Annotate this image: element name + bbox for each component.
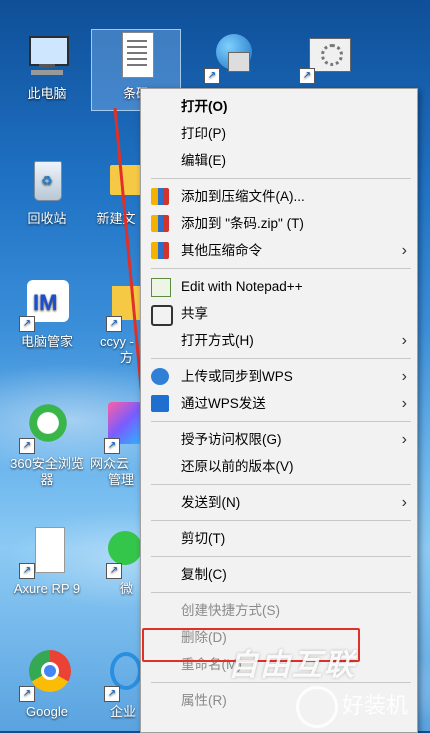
menu-item-copy[interactable]: 复制(C) — [141, 561, 417, 588]
notepad-icon — [151, 278, 171, 297]
menu-item-edit-notepad[interactable]: Edit with Notepad++ — [141, 273, 417, 300]
menu-separator — [151, 421, 411, 422]
menu-item-add-to-archive[interactable]: 添加到压缩文件(A)... — [141, 183, 417, 210]
menu-item-edit[interactable]: 编辑(E) — [141, 147, 417, 174]
menu-separator — [151, 178, 411, 179]
chevron-right-icon: › — [401, 368, 407, 385]
archive-icon — [151, 215, 169, 232]
menu-separator — [151, 592, 411, 593]
menu-item-share[interactable]: 共享 — [141, 300, 417, 327]
chevron-right-icon: › — [401, 332, 407, 349]
menu-separator — [151, 358, 411, 359]
watermark-subtext: 好装机 — [342, 693, 409, 718]
watermark-text: 自由互联 — [228, 649, 356, 682]
menu-separator — [151, 484, 411, 485]
menu-item-open-with[interactable]: 打开方式(H) › — [141, 327, 417, 354]
menu-separator — [151, 268, 411, 269]
menu-item-add-to-zip[interactable]: 添加到 "条码.zip" (T) — [141, 210, 417, 237]
chevron-right-icon: › — [401, 395, 407, 412]
cloud-upload-icon — [151, 368, 169, 385]
share-icon — [151, 305, 173, 326]
menu-item-send-to[interactable]: 发送到(N) › — [141, 489, 417, 516]
menu-item-open[interactable]: 打开(O) — [141, 93, 417, 120]
wps-send-icon — [151, 395, 169, 412]
menu-item-grant-access[interactable]: 授予访问权限(G) › — [141, 426, 417, 453]
menu-item-print[interactable]: 打印(P) — [141, 120, 417, 147]
archive-icon — [151, 242, 169, 259]
menu-item-create-shortcut[interactable]: 创建快捷方式(S) — [141, 597, 417, 624]
chevron-right-icon: › — [401, 431, 407, 448]
archive-icon — [151, 188, 169, 205]
menu-item-send-wps[interactable]: 通过WPS发送 › — [141, 390, 417, 417]
menu-item-restore-versions[interactable]: 还原以前的版本(V) — [141, 453, 417, 480]
menu-separator — [151, 520, 411, 521]
menu-item-cut[interactable]: 剪切(T) — [141, 525, 417, 552]
menu-item-other-compress[interactable]: 其他压缩命令 › — [141, 237, 417, 264]
menu-separator — [151, 556, 411, 557]
watermark-logo — [296, 686, 338, 728]
chevron-right-icon: › — [401, 494, 407, 511]
menu-item-upload-wps[interactable]: 上传或同步到WPS › — [141, 363, 417, 390]
chevron-right-icon: › — [401, 242, 407, 259]
